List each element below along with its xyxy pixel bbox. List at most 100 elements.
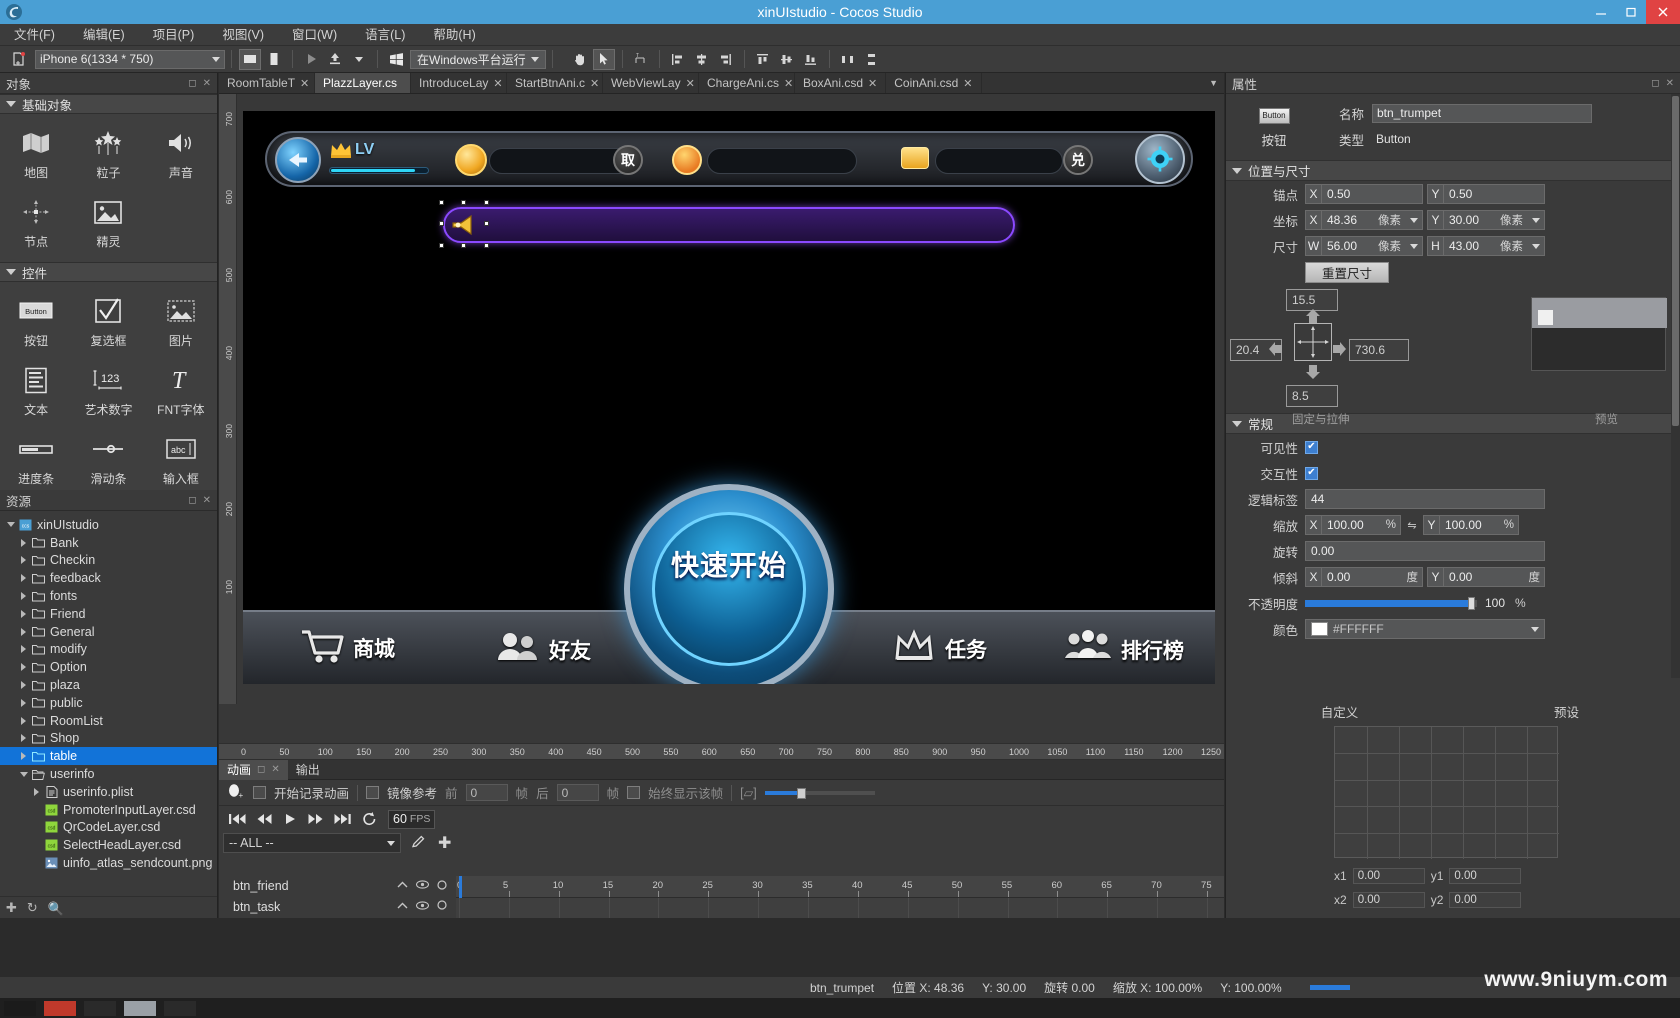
skip-start-icon[interactable] [229,813,246,825]
game-btn-shop[interactable]: 商城 [299,626,395,670]
game-settings-button[interactable] [1135,134,1185,184]
align-bottom-icon[interactable] [800,49,822,70]
portrait-orientation-icon[interactable] [263,49,285,70]
resource-tree-item[interactable]: Friend [0,605,217,623]
edit-animation-icon[interactable] [411,834,426,852]
coordinate-x-field[interactable]: X 48.36 像素 [1305,210,1423,230]
taskbar-app-4[interactable] [164,1001,196,1016]
always-show-frame-checkbox[interactable] [627,786,640,799]
chevron-down-icon[interactable] [17,772,30,777]
animation-filter-combo[interactable]: -- ALL -- [223,833,401,853]
resource-tree-item[interactable]: table [0,747,217,765]
chevron-right-icon[interactable] [17,681,30,689]
chevron-right-icon[interactable] [17,752,30,760]
play-icon[interactable] [300,49,322,70]
properties-scrollbar[interactable] [1671,94,1680,678]
hand-tool-icon[interactable] [569,49,591,70]
document-tab[interactable]: CoinAni.csd✕ [886,73,981,93]
chevron-right-icon[interactable] [17,645,30,653]
resource-tree-item[interactable]: Bank [0,534,217,552]
record-track-icon[interactable] [437,880,447,893]
chevron-down-icon[interactable] [1532,244,1540,249]
publish-dropdown-icon[interactable] [348,49,370,70]
stretch-center-box[interactable] [1294,323,1332,361]
game-exchange-button[interactable]: 兑 [1063,145,1093,175]
resource-tree-item[interactable]: feedback [0,569,217,587]
resource-tree-item[interactable]: uinfo_atlas_sendcount.png [0,854,217,872]
menu-view[interactable]: 视图(V) [208,24,278,46]
stretch-right-input[interactable]: 730.6 [1349,339,1409,361]
stretch-top-input[interactable]: 15.5 [1286,289,1338,311]
distribute-h-icon[interactable] [837,49,859,70]
game-btn-task[interactable]: 任务 [891,628,987,670]
collapse-track-icon[interactable] [397,880,408,892]
menu-window[interactable]: 窗口(W) [278,24,351,46]
game-btn-rank[interactable]: 排行榜 [1063,630,1184,670]
chevron-right-icon[interactable] [17,717,30,725]
resource-search-icon[interactable]: 🔍 [48,901,138,915]
resource-tree-item[interactable]: csdPromoterInputLayer.csd [0,801,217,819]
onion-before-input[interactable]: 0 [466,784,508,801]
size-height-field[interactable]: H 43.00 像素 [1427,236,1545,256]
resource-tree-item[interactable]: modify [0,641,217,659]
document-tab[interactable]: StartBtnAni.c✕ [507,73,603,93]
add-resource-icon[interactable]: ✚ [6,900,17,916]
visible-checkbox[interactable] [1305,441,1318,454]
chevron-down-icon[interactable] [1410,244,1418,249]
widget-image[interactable]: 图片 [145,288,217,357]
close-tab-icon[interactable]: ✕ [784,77,793,90]
widget-textfield[interactable]: abc 输入框 [145,426,217,495]
scale-link-icon[interactable]: ⇋ [1401,519,1423,532]
opacity-value[interactable]: 100 [1485,596,1505,610]
resource-tree-item[interactable]: plaza [0,676,217,694]
object-map[interactable]: 地图 [0,120,72,189]
menu-edit[interactable]: 编辑(E) [69,24,139,46]
curve-grid[interactable] [1334,726,1558,858]
resource-tree-item[interactable]: userinfo.plist [0,783,217,801]
resources-tree[interactable]: ccsxinUIstudioBankCheckinfeedbackfontsFr… [0,516,217,896]
rotation-input[interactable]: 0.00 [1306,544,1544,558]
close-panel-icon[interactable]: ✕ [203,495,211,506]
color-swatch[interactable] [1311,622,1328,636]
float-panel-icon[interactable]: ◻ [188,78,196,89]
chevron-down-icon[interactable] [1410,218,1418,223]
onion-skin-checkbox[interactable] [366,786,379,799]
reset-size-button[interactable]: 重置尺寸 [1305,262,1389,283]
landscape-orientation-icon[interactable] [239,49,261,70]
widget-progressbar[interactable]: 进度条 [0,426,72,495]
chevron-right-icon[interactable] [17,699,30,707]
collapse-track-icon[interactable] [397,901,408,913]
tag-input[interactable]: 44 [1306,492,1544,506]
scale-y-field[interactable]: Y 100.00 % [1423,515,1519,535]
document-tab[interactable]: ChargeAni.cs✕ [699,73,795,93]
animation-track-row[interactable]: btn_friend [219,876,456,896]
taskbar-app-3[interactable] [124,1001,156,1016]
chevron-down-icon[interactable] [1531,627,1539,632]
widget-checkbox[interactable]: 复选框 [72,288,144,357]
widget-art-number[interactable]: 123 艺术数字 [72,357,144,426]
record-track-icon[interactable] [437,900,447,913]
taskbar-start-icon[interactable] [4,1001,36,1016]
coordinate-y-field[interactable]: Y 30.00 像素 [1427,210,1545,230]
object-sprite[interactable]: 精灵 [72,189,144,258]
selection-handles[interactable] [439,200,489,250]
close-panel-icon[interactable]: ✕ [203,78,211,89]
transform-icon[interactable]: T [630,49,652,70]
close-button[interactable] [1646,0,1680,24]
stretch-top-pin-icon[interactable] [1305,309,1321,326]
stretch-left-arrow-icon[interactable] [1268,341,1282,360]
chevron-right-icon[interactable] [17,592,30,600]
refresh-resource-icon[interactable]: ↻ [27,900,38,916]
eye-icon[interactable] [416,901,429,913]
close-tab-icon[interactable]: ✕ [300,77,309,90]
select-tool-icon[interactable] [593,49,615,70]
chevron-right-icon[interactable] [17,610,30,618]
chevron-right-icon[interactable] [17,556,30,564]
close-tab-icon[interactable]: ✕ [686,77,695,90]
align-center-h-icon[interactable] [691,49,713,70]
animation-track-row[interactable]: btn_rank [219,917,456,918]
chevron-right-icon[interactable] [17,734,30,742]
stretch-bottom-pin-icon[interactable] [1305,365,1321,382]
distribute-v-icon[interactable] [861,49,883,70]
publish-icon[interactable] [324,49,346,70]
